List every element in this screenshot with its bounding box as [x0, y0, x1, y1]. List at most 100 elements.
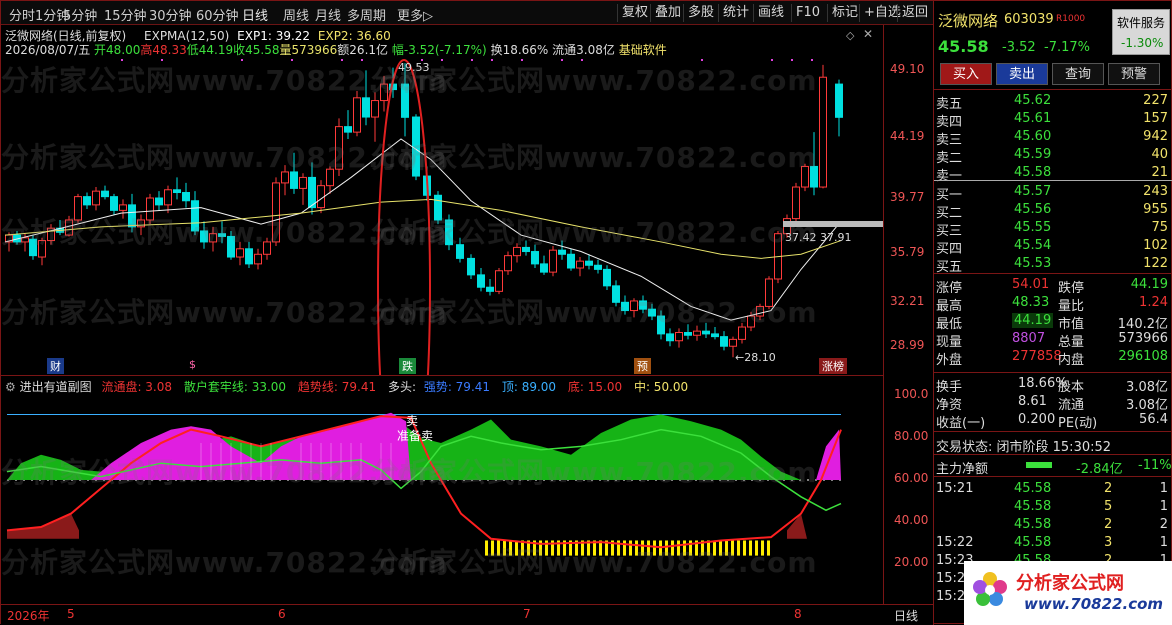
- ask-price: 45.59: [1014, 147, 1052, 162]
- stat-row: 净资 8.61 流通 3.08亿: [934, 393, 1172, 413]
- period-tab[interactable]: 5分钟: [63, 5, 97, 24]
- bid-price: 45.53: [1014, 256, 1052, 271]
- price-pct: -7.17%: [1044, 40, 1090, 55]
- ohlc-high: 高48.33: [140, 43, 187, 57]
- bid-row: 买一 45.57 243: [934, 183, 1172, 203]
- toolbar-button[interactable]: 标记: [827, 4, 862, 22]
- bid-volume: 955: [1143, 202, 1168, 217]
- stat-row: 外盘 277858 内盘 296108: [934, 348, 1172, 368]
- toolbar-button[interactable]: F10: [791, 4, 824, 22]
- sub-liutongpan: 流通盘: 3.08: [101, 380, 173, 394]
- main-net-bar: [1026, 462, 1052, 468]
- ohlc-sector[interactable]: 基础软件: [619, 43, 667, 57]
- sub-qiangshi: 强势: 79.41: [423, 380, 491, 394]
- sell-button[interactable]: 卖出: [996, 63, 1048, 85]
- bid-row: 买三 45.55 75: [934, 219, 1172, 239]
- trade-state-row: 交易状态: 闭市阶段 15:30:52: [934, 435, 1172, 455]
- close-icon[interactable]: ✕: [863, 27, 873, 41]
- event-forecast-badge[interactable]: 预: [634, 358, 651, 374]
- tick-count: 2: [1159, 517, 1168, 532]
- sub-gear-icon[interactable]: ⚙: [5, 380, 16, 394]
- stat-row: 最高 48.33 量比 1.24: [934, 294, 1172, 314]
- watermark-text: 分析家公式网www.70822.com: [371, 456, 818, 489]
- watermark-text: 分析家公式网www.70822.com: [371, 141, 818, 174]
- event-limitup-badge[interactable]: 涨榜: [819, 358, 847, 374]
- toolbar-button[interactable]: 多股: [683, 4, 718, 22]
- event-dividend-badge[interactable]: $: [189, 358, 196, 371]
- bid-volume: 102: [1143, 238, 1168, 253]
- ask-row: 卖二 45.59 40: [934, 146, 1172, 166]
- event-financial-badge[interactable]: 财: [47, 358, 64, 374]
- flower-logo-icon: [970, 569, 1010, 609]
- watermark-text: 分析家公式网www.70822.com: [371, 546, 818, 579]
- stock-code: 603039: [1004, 12, 1054, 27]
- stat-value: 1.24: [1139, 295, 1168, 310]
- ohlc-range: 幅-3.52(-7.17%): [391, 43, 487, 57]
- sub-zhong: 中: 50.00: [633, 380, 689, 394]
- price-tick: 49.10: [890, 62, 925, 76]
- ohlc-open: 开48.00: [94, 43, 141, 57]
- ask-volume: 157: [1143, 111, 1168, 126]
- period-tab[interactable]: 60分钟: [196, 5, 239, 24]
- tick-price: 45.58: [1014, 535, 1052, 550]
- stat-value: 8807: [1012, 331, 1046, 346]
- watermark-text: 分析家公式网www.70822.com: [371, 216, 818, 249]
- settings-diamond-icon[interactable]: ◇: [846, 29, 854, 42]
- stat-row: 现量 8807 总量 573966: [934, 330, 1172, 350]
- sub-ding: 顶: 89.00: [501, 380, 557, 394]
- bid-price: 45.55: [1014, 220, 1052, 235]
- sub-title-line: ⚙ 进出有道副图 流通盘: 3.08 散户套牢线: 33.00 趋势线: 79.…: [5, 378, 688, 395]
- period-tab[interactable]: 周线: [283, 5, 309, 24]
- period-tab[interactable]: 月线: [315, 5, 341, 24]
- buy-button[interactable]: 买入: [940, 63, 992, 85]
- period-tab[interactable]: 30分钟: [149, 5, 192, 24]
- ask-price: 45.61: [1014, 111, 1052, 126]
- period-tab[interactable]: 更多▷: [397, 5, 433, 24]
- bid-price: 45.57: [1014, 184, 1052, 199]
- period-tab[interactable]: 日线: [242, 5, 268, 24]
- ask-price: 45.62: [1014, 93, 1052, 108]
- query-button[interactable]: 查询: [1052, 63, 1104, 85]
- period-tab[interactable]: 15分钟: [104, 5, 147, 24]
- sub-tick: 100.0: [894, 387, 929, 401]
- month-label: 5: [67, 607, 75, 621]
- price-change: -3.52: [1002, 40, 1036, 55]
- ask-row: 卖五 45.62 227: [934, 92, 1172, 112]
- bid-price: 45.56: [1014, 202, 1052, 217]
- sub-di: 底: 15.00: [567, 380, 623, 394]
- stat-value: 44.19: [1012, 313, 1054, 328]
- sub-tick: 40.00: [894, 513, 929, 527]
- tick-time: 15:21: [936, 481, 974, 496]
- toolbar-button[interactable]: 返回: [897, 4, 932, 22]
- period-tab[interactable]: 分时: [9, 5, 35, 24]
- main-net-pct: -11%: [1138, 458, 1172, 473]
- tick-count: 1: [1159, 535, 1168, 550]
- toolbar-button[interactable]: 统计: [718, 4, 753, 22]
- ohlc-float: 流通3.08亿: [552, 43, 615, 57]
- stat-value: 277858: [1012, 349, 1062, 364]
- ohlc-amount: 额26.1亿: [337, 43, 389, 57]
- tick-row: 15:21 45.58 2 1: [934, 480, 1172, 498]
- sub-duotou: 多头:: [387, 380, 416, 394]
- toolbar-button[interactable]: 叠加: [650, 4, 685, 22]
- ask-volume: 21: [1151, 165, 1168, 180]
- tick-volume: 5: [1104, 499, 1113, 514]
- stat-row: 最低 44.19 市值 140.2亿: [934, 312, 1172, 332]
- period-tab[interactable]: 多周期: [347, 5, 386, 24]
- sub-indicator-name[interactable]: 进出有道副图: [20, 380, 92, 394]
- bid-row: 买二 45.56 955: [934, 201, 1172, 221]
- toolbar-button[interactable]: 复权: [617, 4, 652, 22]
- watermark-text: 分析家公式网www.70822.com: [371, 296, 818, 329]
- price-tick: 39.77: [890, 190, 925, 204]
- last-price: 45.58: [938, 37, 989, 56]
- period-label[interactable]: 日线: [894, 607, 918, 624]
- sector-name: 软件服务: [1117, 16, 1166, 30]
- tick-time: 15:22: [936, 535, 974, 550]
- stat-row: 涨停 54.01 跌停 44.19: [934, 276, 1172, 296]
- sub-sanhu: 散户套牢线: 33.00: [183, 380, 287, 394]
- alert-button[interactable]: 预警: [1108, 63, 1160, 85]
- main-net-row: 主力净额 -2.84亿 -11%: [934, 457, 1172, 477]
- toolbar-button[interactable]: 画线: [753, 4, 788, 22]
- ohlc-volume: 量573966: [279, 43, 338, 57]
- event-drop-badge[interactable]: 跌: [399, 358, 416, 374]
